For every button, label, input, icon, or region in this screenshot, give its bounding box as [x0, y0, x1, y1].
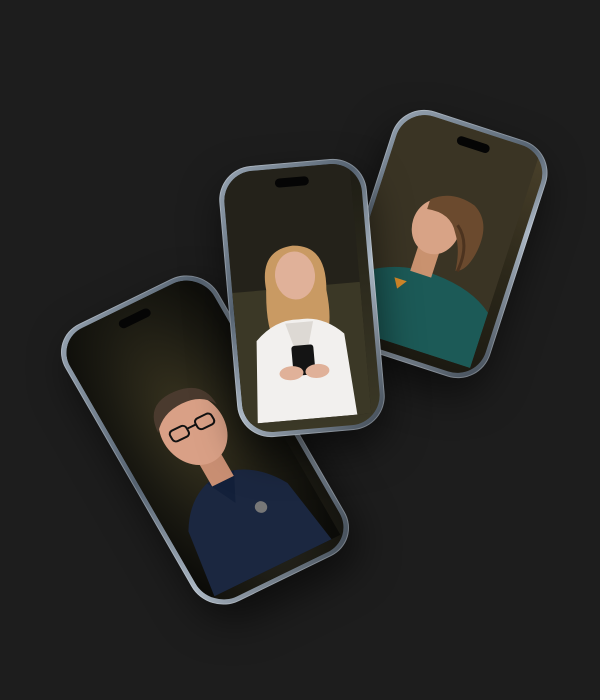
- portrait-woman-blazer: [221, 162, 372, 425]
- phone-mockup-scene: [0, 0, 600, 700]
- phone-screen-center: [221, 161, 383, 435]
- phone-mockup-center: [216, 156, 388, 440]
